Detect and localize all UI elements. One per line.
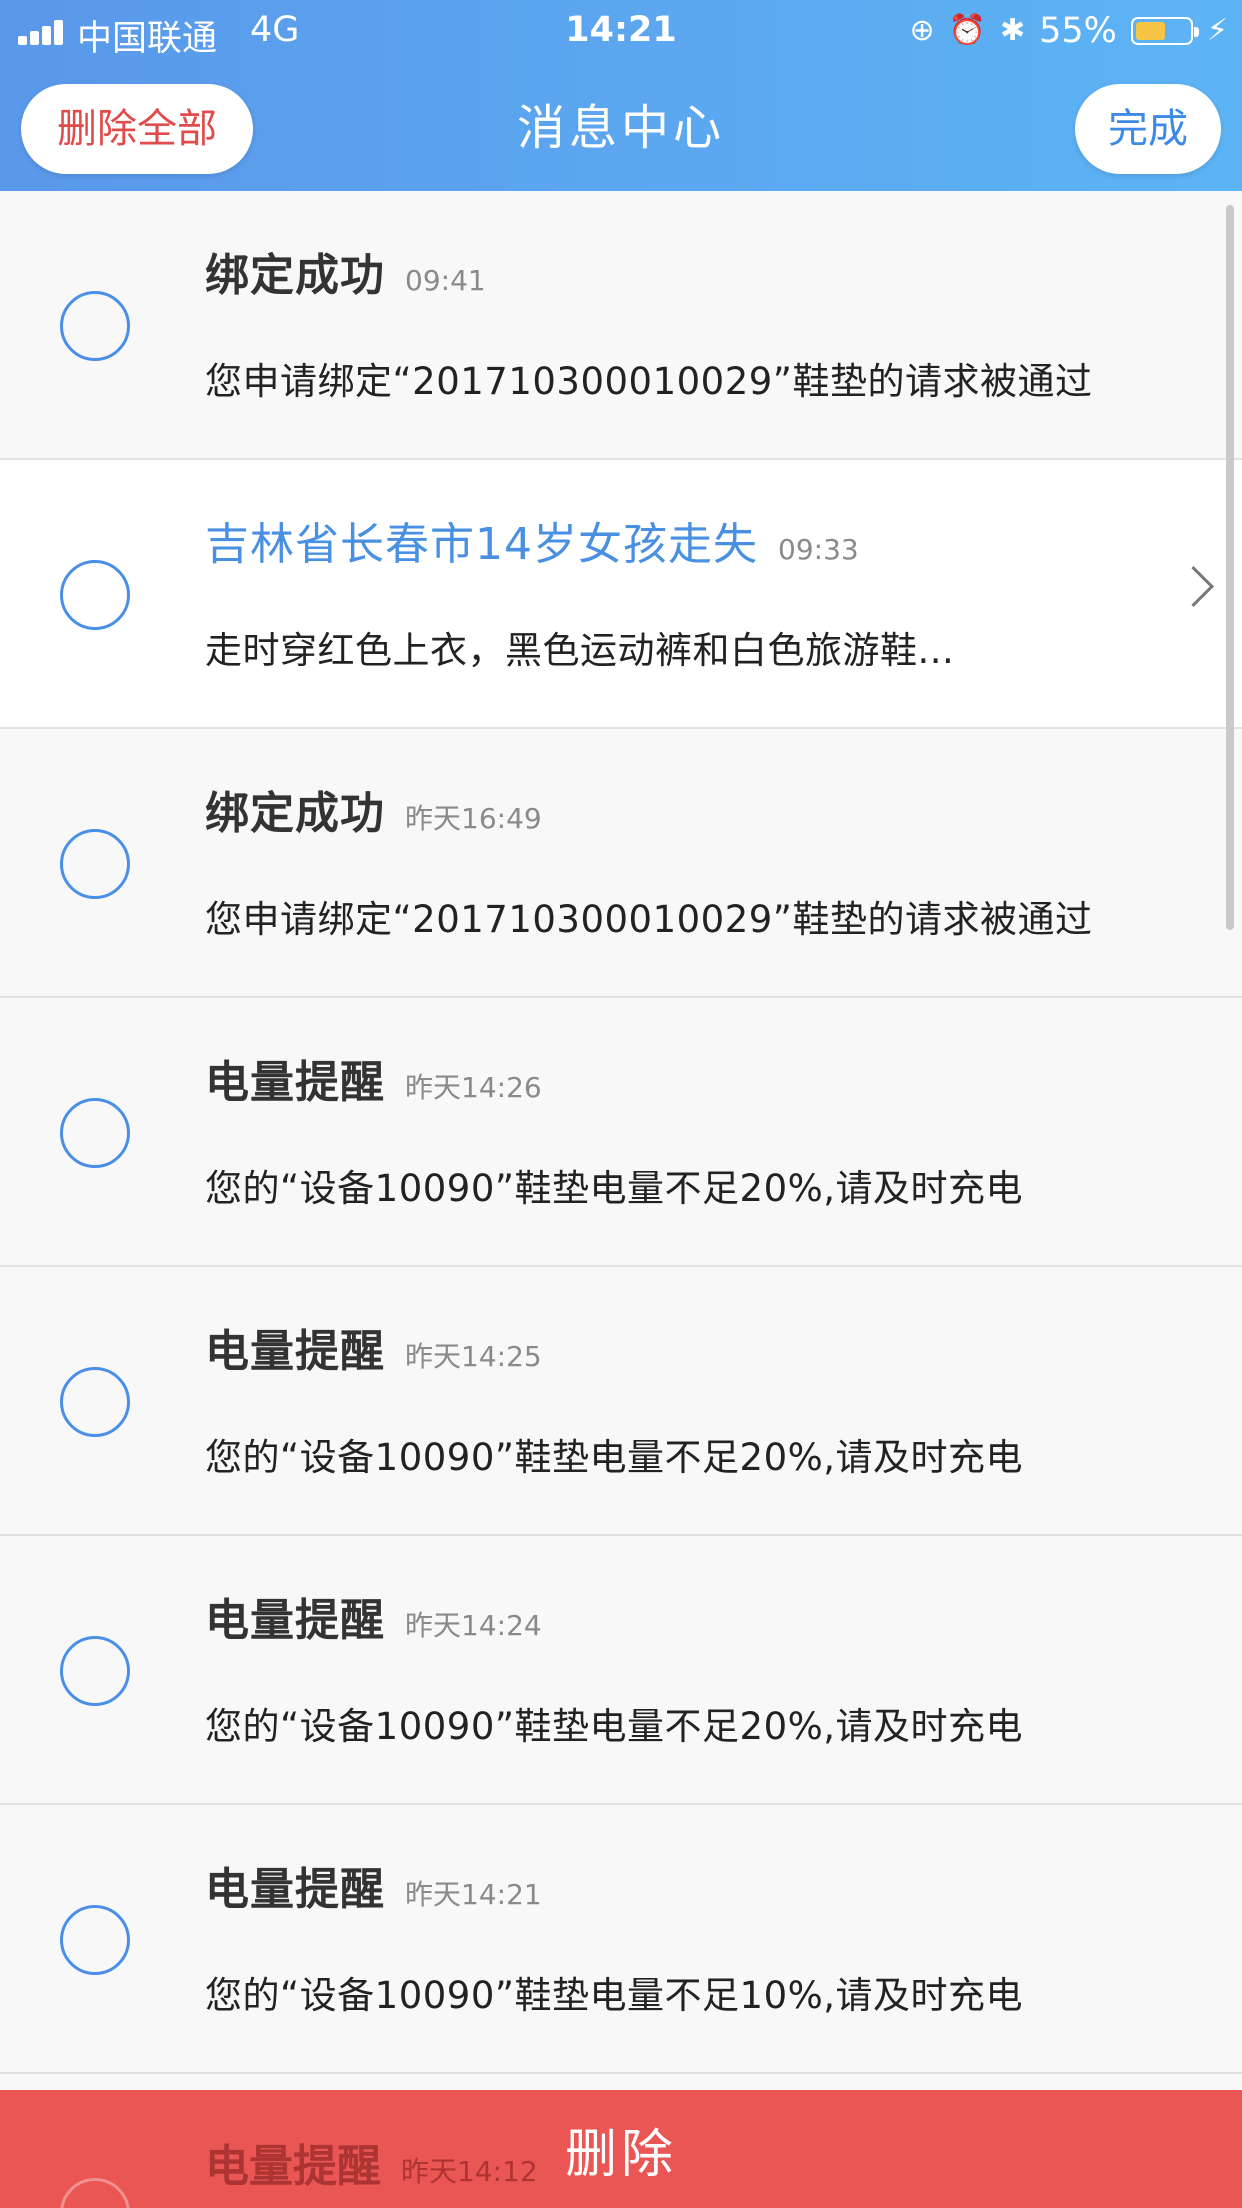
message-item[interactable]: 电量提醒 昨天14:24 您的“设备10090”鞋垫电量不足20%,请及时充电 (0, 1536, 1242, 1805)
battery-fill (1135, 22, 1165, 40)
status-icons: ⊕ ⏰ ✱ 55% ⚡ (909, 10, 1228, 52)
chevron-right-icon[interactable] (1172, 565, 1215, 608)
rotation-lock-icon: ⊕ (909, 13, 935, 48)
message-list: 绑定成功 09:41 您申请绑定“201710300010029”鞋垫的请求被通… (0, 191, 1242, 2074)
select-radio[interactable] (60, 291, 130, 361)
message-time: 昨天14:21 (405, 1878, 542, 1911)
message-body: 您申请绑定“201710300010029”鞋垫的请求被通过 (205, 360, 1093, 403)
scrollbar[interactable] (1226, 205, 1234, 930)
message-body: 您申请绑定“201710300010029”鞋垫的请求被通过 (205, 898, 1093, 941)
message-time: 昨天14:24 (405, 1609, 542, 1642)
select-radio[interactable] (60, 1905, 130, 1975)
message-item[interactable]: 电量提醒 昨天14:25 您的“设备10090”鞋垫电量不足20%,请及时充电 (0, 1267, 1242, 1536)
message-body: 您的“设备10090”鞋垫电量不足20%,请及时充电 (205, 1705, 1024, 1748)
message-body: 走时穿红色上衣，黑色运动裤和白色旅游鞋... (205, 629, 955, 672)
message-title: 电量提醒 (205, 1595, 385, 1646)
message-title: 电量提醒 (205, 1864, 385, 1915)
charging-icon: ⚡ (1206, 13, 1228, 48)
page-title: 消息中心 (516, 100, 725, 156)
message-time: 09:41 (405, 264, 486, 297)
done-button[interactable]: 完成 (1075, 84, 1221, 174)
message-body: 您的“设备10090”鞋垫电量不足20%,请及时充电 (205, 1436, 1024, 1479)
message-item[interactable]: 电量提醒 昨天14:21 您的“设备10090”鞋垫电量不足10%,请及时充电 (0, 1805, 1242, 2074)
battery-percent: 55% (1039, 11, 1117, 51)
select-radio[interactable] (60, 560, 130, 630)
message-title: 吉林省长春市14岁女孩走失 (205, 519, 758, 570)
bluetooth-icon: ✱ (999, 13, 1026, 48)
message-item[interactable]: 绑定成功 昨天16:49 您申请绑定“201710300010029”鞋垫的请求… (0, 729, 1242, 998)
message-title: 电量提醒 (205, 1326, 385, 1377)
message-item[interactable]: 吉林省长春市14岁女孩走失 09:33 走时穿红色上衣，黑色运动裤和白色旅游鞋.… (0, 460, 1242, 729)
message-item[interactable]: 电量提醒 昨天14:26 您的“设备10090”鞋垫电量不足20%,请及时充电 (0, 998, 1242, 1267)
select-radio[interactable] (60, 1367, 130, 1437)
header-bar: 中国联通 4G 14:21 ⊕ ⏰ ✱ 55% ⚡ 删除全部 消息中心 完成 (0, 0, 1242, 191)
select-radio[interactable] (60, 1098, 130, 1168)
select-radio[interactable] (60, 829, 130, 899)
delete-button[interactable]: 删除 (0, 2112, 1242, 2187)
message-body: 您的“设备10090”鞋垫电量不足10%,请及时充电 (205, 1974, 1024, 2017)
alarm-icon: ⏰ (948, 13, 986, 48)
battery-icon (1130, 17, 1199, 45)
select-radio[interactable] (60, 1636, 130, 1706)
message-title: 绑定成功 (205, 250, 385, 301)
delete-bar[interactable]: 电量提醒 昨天14:12 删除 (0, 2090, 1242, 2208)
message-time: 昨天14:26 (405, 1071, 542, 1104)
message-body: 您的“设备10090”鞋垫电量不足20%,请及时充电 (205, 1167, 1024, 1210)
message-title: 电量提醒 (205, 1057, 385, 1108)
message-time: 09:33 (778, 533, 859, 566)
status-bar: 中国联通 4G 14:21 ⊕ ⏰ ✱ 55% ⚡ (0, 0, 1242, 62)
message-time: 昨天16:49 (405, 802, 542, 835)
message-title: 绑定成功 (205, 788, 385, 839)
message-time: 昨天14:25 (405, 1340, 542, 1373)
message-item[interactable]: 绑定成功 09:41 您申请绑定“201710300010029”鞋垫的请求被通… (0, 191, 1242, 460)
